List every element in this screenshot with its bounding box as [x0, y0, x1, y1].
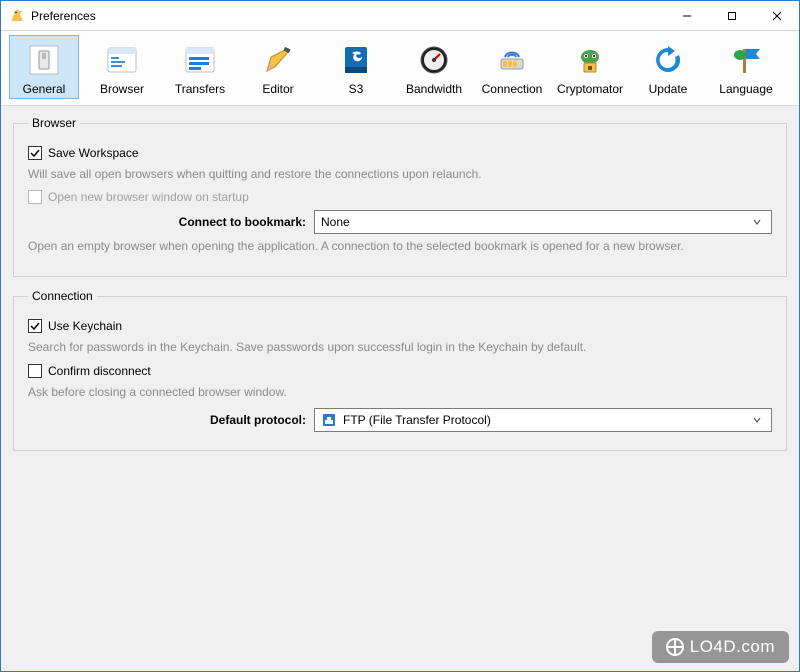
tab-editor[interactable]: Editor	[243, 35, 313, 99]
cryptomator-icon	[570, 40, 610, 80]
default-protocol-row: Default protocol: FTP (File Transfer Pro…	[28, 408, 772, 432]
tab-general[interactable]: General	[9, 35, 79, 99]
checkbox-open-new-window: Open new browser window on startup	[28, 190, 772, 204]
tab-label: Bandwidth	[406, 82, 462, 96]
tab-browser[interactable]: Browser	[87, 35, 157, 99]
tab-label: Update	[649, 82, 688, 96]
group-browser: Browser Save Workspace Will save all ope…	[13, 116, 787, 277]
tab-label: Language	[719, 82, 772, 96]
transfers-icon	[180, 40, 220, 80]
title-bar: Preferences	[1, 1, 799, 31]
save-workspace-desc: Will save all open browsers when quittin…	[28, 166, 772, 182]
tab-label: Connection	[482, 82, 543, 96]
checkbox-confirm-disconnect[interactable]: Confirm disconnect	[28, 364, 772, 378]
close-button[interactable]	[754, 1, 799, 31]
checkbox-icon	[28, 364, 42, 378]
default-protocol-select[interactable]: FTP (File Transfer Protocol)	[314, 408, 772, 432]
checkbox-label: Confirm disconnect	[48, 364, 151, 378]
checkbox-save-workspace[interactable]: Save Workspace	[28, 146, 772, 160]
checkbox-icon	[28, 146, 42, 160]
select-value: None	[321, 215, 749, 229]
connect-bookmark-row: Connect to bookmark: None	[28, 210, 772, 234]
preferences-window: Preferences General Browser Transfers	[0, 0, 800, 672]
tab-label: Cryptomator	[557, 82, 623, 96]
toolbar: General Browser Transfers Editor S3	[1, 31, 799, 106]
maximize-button[interactable]	[709, 1, 754, 31]
checkbox-label: Open new browser window on startup	[48, 190, 249, 204]
globe-icon	[666, 638, 684, 656]
confirm-disconnect-desc: Ask before closing a connected browser w…	[28, 384, 772, 400]
general-icon	[24, 40, 64, 80]
group-connection: Connection Use Keychain Search for passw…	[13, 289, 787, 450]
tab-transfers[interactable]: Transfers	[165, 35, 235, 99]
connect-bookmark-desc: Open an empty browser when opening the a…	[28, 238, 772, 254]
s3-icon	[336, 40, 376, 80]
connect-bookmark-label: Connect to bookmark:	[28, 215, 314, 229]
tab-bandwidth[interactable]: Bandwidth	[399, 35, 469, 99]
connection-icon	[492, 40, 532, 80]
group-legend: Connection	[28, 289, 97, 303]
checkbox-use-keychain[interactable]: Use Keychain	[28, 319, 772, 333]
checkbox-icon	[28, 319, 42, 333]
tab-cryptomator[interactable]: Cryptomator	[555, 35, 625, 99]
tab-update[interactable]: Update	[633, 35, 703, 99]
chevron-down-icon	[749, 415, 765, 425]
tab-connection[interactable]: Connection	[477, 35, 547, 99]
editor-icon	[258, 40, 298, 80]
ftp-icon	[321, 412, 337, 428]
app-icon	[9, 8, 25, 24]
tab-label: General	[23, 82, 66, 96]
update-icon	[648, 40, 688, 80]
watermark-text: LO4D.com	[690, 637, 775, 657]
use-keychain-desc: Search for passwords in the Keychain. Sa…	[28, 339, 772, 355]
tab-label: Editor	[262, 82, 293, 96]
tab-s3[interactable]: S3	[321, 35, 391, 99]
window-title: Preferences	[31, 9, 96, 23]
tab-label: Transfers	[175, 82, 225, 96]
checkbox-label: Save Workspace	[48, 146, 139, 160]
content-area: Browser Save Workspace Will save all ope…	[1, 106, 799, 671]
select-value: FTP (File Transfer Protocol)	[343, 413, 749, 427]
browser-icon	[102, 40, 142, 80]
checkbox-label: Use Keychain	[48, 319, 122, 333]
tab-label: S3	[349, 82, 364, 96]
tab-label: Browser	[100, 82, 144, 96]
language-icon	[726, 40, 766, 80]
group-legend: Browser	[28, 116, 80, 130]
bandwidth-icon	[414, 40, 454, 80]
minimize-button[interactable]	[664, 1, 709, 31]
chevron-down-icon	[749, 217, 765, 227]
tab-language[interactable]: Language	[711, 35, 781, 99]
connect-bookmark-select[interactable]: None	[314, 210, 772, 234]
default-protocol-label: Default protocol:	[28, 413, 314, 427]
checkbox-icon	[28, 190, 42, 204]
watermark: LO4D.com	[652, 631, 789, 663]
